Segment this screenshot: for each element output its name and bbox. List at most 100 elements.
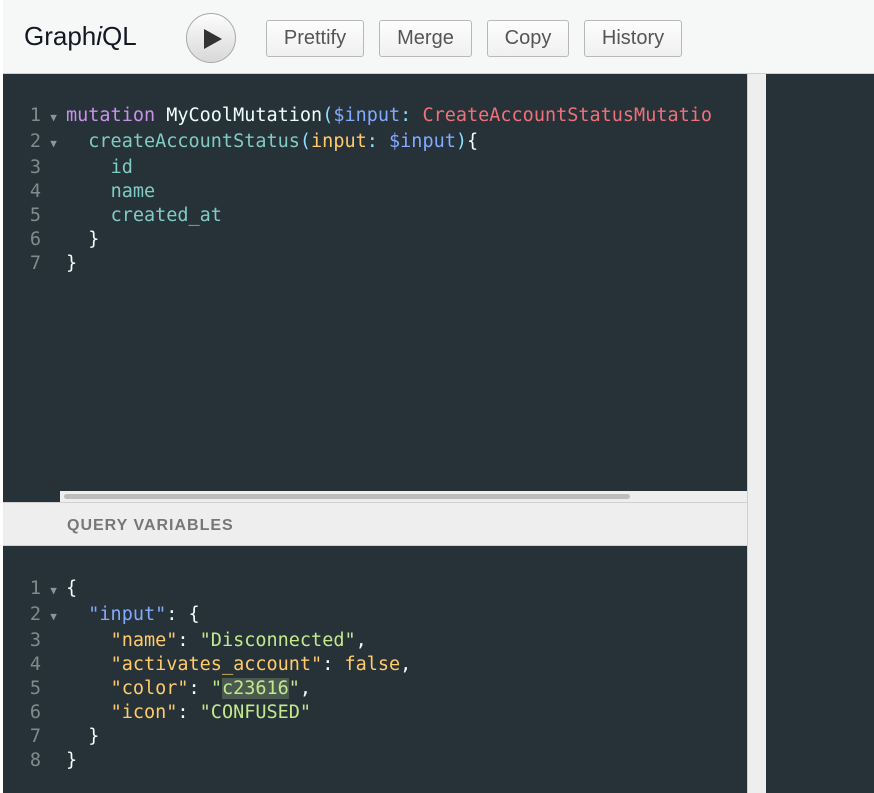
code-token: " bbox=[288, 678, 300, 699]
toolbar: GraphiQL Prettify Merge Copy History bbox=[0, 0, 874, 74]
query-line[interactable]: 2 ▼ createAccountStatus(input: $input){ bbox=[3, 130, 712, 156]
code-token: : bbox=[366, 131, 390, 152]
fold-arrow-icon[interactable]: ▼ bbox=[41, 106, 66, 130]
code-token: , bbox=[299, 678, 312, 699]
code-token: : bbox=[177, 630, 200, 651]
code-token: created_at bbox=[110, 205, 222, 226]
code-token: : bbox=[400, 105, 423, 126]
line-number: 5 bbox=[29, 678, 41, 699]
variables-line[interactable]: 6 "icon": "CONFUSED" bbox=[3, 701, 411, 725]
variables-line[interactable]: 7 } bbox=[3, 725, 411, 749]
scrollbar-thumb[interactable] bbox=[64, 494, 630, 499]
query-variables-title: QUERY VARIABLES bbox=[67, 517, 234, 534]
code-token: id bbox=[110, 157, 133, 178]
merge-button[interactable]: Merge bbox=[379, 20, 472, 57]
code-token: "activates_account" bbox=[110, 654, 323, 675]
panel-resize-handle[interactable] bbox=[747, 74, 766, 793]
code-token: { bbox=[467, 131, 479, 152]
code-token: "input" bbox=[88, 604, 167, 625]
query-line[interactable]: 7} bbox=[3, 252, 712, 276]
query-line[interactable]: 4 name bbox=[3, 180, 712, 204]
variables-line[interactable]: 3 "name": "Disconnected", bbox=[3, 629, 411, 653]
execute-button[interactable] bbox=[186, 13, 236, 63]
fold-arrow-icon[interactable]: ▼ bbox=[41, 579, 66, 603]
variables-line[interactable]: 5 "color": "c23616", bbox=[3, 677, 411, 701]
code-token: , bbox=[355, 630, 367, 651]
variables-line[interactable]: 2 ▼ "input": { bbox=[3, 603, 411, 629]
prettify-button[interactable]: Prettify bbox=[266, 20, 364, 57]
line-number: 6 bbox=[29, 702, 41, 723]
code-token: ( bbox=[322, 105, 334, 126]
code-token: input bbox=[311, 131, 367, 152]
code-token: MyCoolMutation bbox=[155, 105, 323, 126]
code-token: } bbox=[88, 229, 100, 250]
code-token: createAccountStatus bbox=[88, 131, 300, 152]
query-editor[interactable]: 1 ▼ mutation MyCoolMutation($input: Create… bbox=[3, 74, 747, 502]
code-token: } bbox=[66, 750, 78, 771]
query-code[interactable]: 1 ▼ mutation MyCoolMutation($input: Create… bbox=[3, 104, 712, 276]
line-number: 3 bbox=[29, 630, 41, 651]
code-token: $input bbox=[389, 131, 456, 152]
variables-line[interactable]: 4 "activates_account": false, bbox=[3, 653, 411, 677]
code-token: : bbox=[322, 654, 345, 675]
line-number: 5 bbox=[29, 205, 41, 226]
line-number: 8 bbox=[29, 750, 41, 771]
code-token: CreateAccountStatusMutatio bbox=[422, 105, 713, 126]
code-token: "CONFUSED" bbox=[199, 702, 312, 723]
line-number: 7 bbox=[29, 726, 41, 747]
title-part: Graph bbox=[24, 21, 97, 51]
code-token: } bbox=[66, 726, 100, 747]
code-token: : bbox=[188, 678, 211, 699]
code-token: ) bbox=[455, 131, 467, 152]
copy-button[interactable]: Copy bbox=[487, 20, 569, 57]
code-token: mutation bbox=[66, 105, 156, 126]
app-title: GraphiQL bbox=[24, 21, 137, 52]
code-token: "name" bbox=[110, 630, 178, 651]
code-token: : bbox=[177, 702, 200, 723]
horizontal-scrollbar[interactable] bbox=[60, 491, 747, 502]
code-token: : { bbox=[166, 604, 200, 625]
code-token: " bbox=[210, 678, 222, 699]
query-variables-header[interactable]: QUERY VARIABLES bbox=[3, 502, 747, 546]
play-icon bbox=[204, 29, 222, 49]
variables-line[interactable]: 1 ▼{ bbox=[3, 577, 411, 603]
code-token: "color" bbox=[110, 678, 189, 699]
code-token: c23616 bbox=[221, 678, 289, 699]
code-token: false bbox=[344, 654, 401, 675]
code-token: , bbox=[400, 654, 412, 675]
code-token: "icon" bbox=[110, 702, 178, 723]
line-number: 7 bbox=[29, 253, 41, 274]
line-number: 3 bbox=[29, 157, 41, 178]
code-token: { bbox=[66, 578, 78, 599]
code-token: "Disconnected" bbox=[199, 630, 356, 651]
window-edge bbox=[0, 0, 3, 793]
line-number: 6 bbox=[29, 229, 41, 250]
variables-code[interactable]: 1 ▼{2 ▼ "input": {3 "name": "Disconnected"… bbox=[3, 577, 411, 773]
query-line[interactable]: 3 id bbox=[3, 156, 712, 180]
line-number: 1 bbox=[29, 105, 41, 126]
line-number: 2 bbox=[29, 604, 41, 625]
variables-editor[interactable]: 1 ▼{2 ▼ "input": {3 "name": "Disconnected"… bbox=[3, 546, 747, 793]
query-line[interactable]: 5 created_at bbox=[3, 204, 712, 228]
code-token: name bbox=[110, 181, 156, 202]
code-token: } bbox=[66, 253, 78, 274]
variables-line[interactable]: 8} bbox=[3, 749, 411, 773]
query-line[interactable]: 6 } bbox=[3, 228, 712, 252]
code-token: $input bbox=[333, 105, 401, 126]
line-number: 4 bbox=[29, 654, 41, 675]
query-line[interactable]: 1 ▼ mutation MyCoolMutation($input: Create… bbox=[3, 104, 712, 130]
history-button[interactable]: History bbox=[584, 20, 682, 57]
code-token: ( bbox=[299, 131, 312, 152]
title-part: QL bbox=[102, 21, 137, 51]
fold-arrow-icon[interactable]: ▼ bbox=[41, 132, 66, 156]
fold-arrow-icon[interactable]: ▼ bbox=[41, 605, 66, 629]
result-pane bbox=[766, 74, 874, 793]
